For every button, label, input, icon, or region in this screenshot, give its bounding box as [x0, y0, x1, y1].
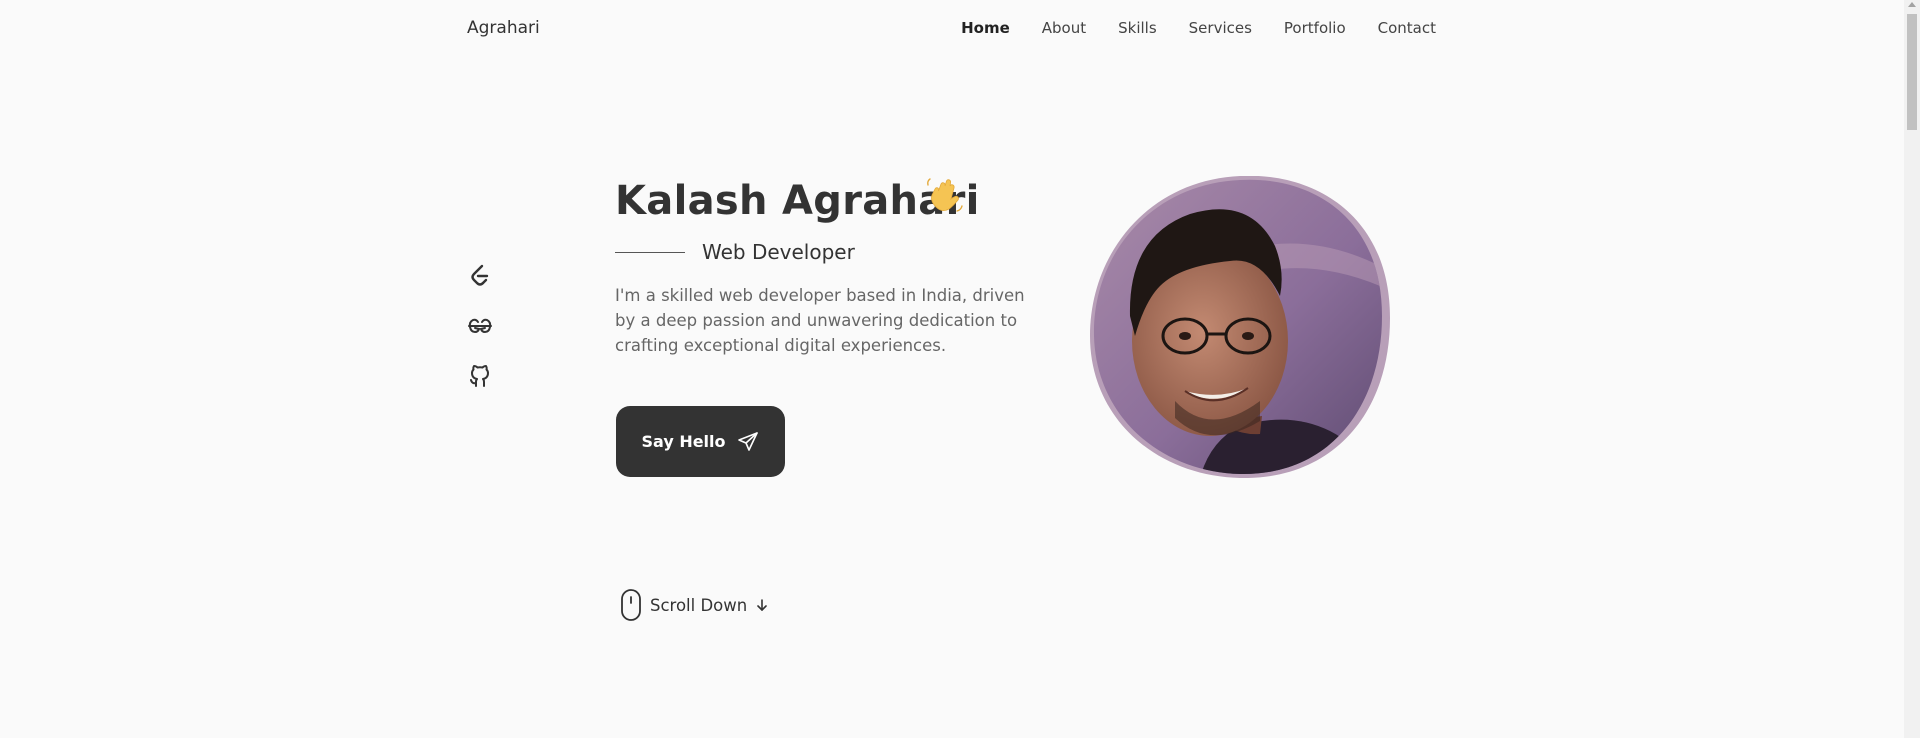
- arrow-down-icon: [757, 599, 768, 611]
- scroll-down-link[interactable]: Scroll Down: [620, 588, 769, 622]
- github-icon[interactable]: [466, 362, 494, 390]
- geeksforgeeks-icon[interactable]: [466, 312, 494, 340]
- scroll-up-arrow-icon[interactable]: [1908, 2, 1916, 7]
- nav-contact[interactable]: Contact: [1378, 19, 1436, 37]
- main-nav: Home About Skills Services Portfolio Con…: [961, 19, 1436, 37]
- nav-services[interactable]: Services: [1189, 19, 1252, 37]
- nav-portfolio[interactable]: Portfolio: [1284, 19, 1346, 37]
- send-icon: [737, 431, 758, 451]
- nav-home[interactable]: Home: [961, 19, 1010, 37]
- leetcode-icon[interactable]: [466, 262, 494, 290]
- waving-hand-icon: [927, 178, 963, 212]
- social-links: [466, 262, 494, 390]
- logo[interactable]: Agrahari: [467, 18, 540, 38]
- nav-about[interactable]: About: [1042, 19, 1086, 37]
- say-hello-button[interactable]: Say Hello: [616, 406, 785, 477]
- scrollbar-thumb[interactable]: [1907, 14, 1917, 130]
- hero-description: I'm a skilled web developer based in Ind…: [615, 286, 1025, 355]
- header: Agrahari Home About Skills Services Port…: [0, 0, 1904, 58]
- profile-photo: [1090, 176, 1390, 478]
- hero-subtitle: Web Developer: [702, 240, 855, 264]
- scroll-down-label: Scroll Down: [650, 595, 748, 615]
- subtitle-divider: [615, 252, 685, 253]
- say-hello-label: Say Hello: [641, 432, 726, 451]
- nav-skills[interactable]: Skills: [1118, 19, 1157, 37]
- mouse-icon: [621, 589, 641, 621]
- scrollbar[interactable]: [1904, 0, 1920, 738]
